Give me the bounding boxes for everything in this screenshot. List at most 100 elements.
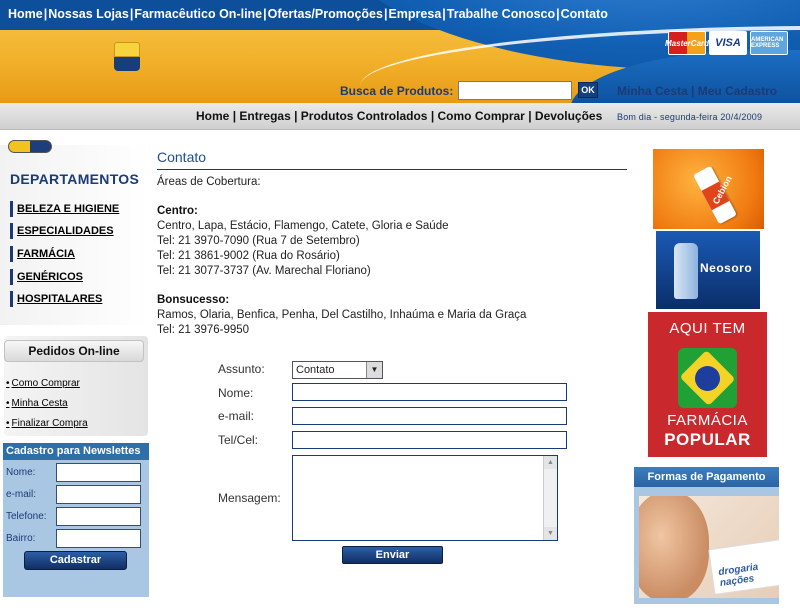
region-line: Centro, Lapa, Estácio, Flamengo, Catete,…: [157, 220, 449, 232]
dept-especialidades[interactable]: ESPECIALIDADES: [10, 223, 114, 239]
subject-select[interactable]: Contato ▼: [292, 361, 383, 379]
ad-neosoro[interactable]: Neosoro: [656, 231, 760, 309]
bullet-icon: •: [6, 398, 10, 409]
search-ok-button[interactable]: OK: [578, 82, 598, 98]
scroll-down-icon[interactable]: ▼: [544, 527, 557, 540]
region-line: Tel: 21 3077-3737 (Av. Marechal Floriano…: [157, 265, 371, 277]
logo-top: [114, 42, 140, 57]
scroll-up-icon[interactable]: ▲: [544, 456, 557, 469]
account-links: Minha Cesta | Meu Cadastro: [617, 84, 777, 98]
mastercard-icon: MasterCard: [665, 31, 709, 55]
nav-separator: |: [383, 7, 388, 21]
top-nav: Home|Nossas Lojas|Farmacêutico On-line|O…: [8, 7, 608, 21]
coverage-intro: Áreas de Cobertura:: [157, 176, 261, 188]
nav-separator: |: [430, 109, 435, 123]
phone-field[interactable]: [292, 431, 567, 449]
name-label: Nome:: [218, 386, 254, 400]
region-line: Tel: 21 3976-9950: [157, 324, 250, 336]
message-label: Mensagem:: [218, 491, 281, 505]
newsletter-phone-input[interactable]: [56, 507, 141, 526]
subject-label: Assunto:: [218, 362, 265, 376]
bullet-icon: •: [6, 378, 10, 389]
orders-minha-cesta[interactable]: • Minha Cesta: [6, 398, 68, 409]
top-nav-farmaceutico[interactable]: Farmacêutico On-line: [134, 7, 262, 21]
region-heading: Centro:: [157, 205, 198, 217]
name-field[interactable]: [292, 383, 567, 401]
chevron-down-icon[interactable]: ▼: [366, 362, 382, 378]
message-textarea[interactable]: ▲ ▼: [292, 455, 558, 541]
nav-separator: |: [691, 84, 695, 98]
region-heading: Bonsucesso:: [157, 294, 230, 306]
minha-cesta-link[interactable]: Minha Cesta: [617, 84, 688, 98]
subnav-home[interactable]: Home: [196, 109, 229, 123]
top-nav-ofertas[interactable]: Ofertas/Promoções: [268, 7, 383, 21]
page-title: Contato: [157, 149, 207, 165]
top-nav-nossas-lojas[interactable]: Nossas Lojas: [48, 7, 129, 21]
dept-genericos[interactable]: GENÉRICOS: [10, 269, 83, 285]
newsletter-email-label: e-mail:: [6, 489, 37, 500]
newsletter-submit-button[interactable]: Cadastrar: [24, 551, 127, 570]
secondary-nav-links: Home | Entregas | Produtos Controlados |…: [196, 109, 602, 123]
newsletter-email-input[interactable]: [56, 485, 141, 504]
payment-image[interactable]: drogaria nações: [639, 496, 779, 598]
subnav-devolucoes[interactable]: Devoluções: [535, 109, 602, 123]
nav-separator: |: [263, 7, 267, 21]
newsletter-bairro-input[interactable]: [56, 529, 141, 548]
email-label: e-mail:: [218, 409, 255, 423]
pill-icon: [8, 140, 52, 153]
ad-cebion[interactable]: Cebion: [653, 149, 764, 229]
bullet-icon: •: [6, 418, 10, 429]
visa-icon: VISA: [709, 31, 747, 55]
dept-beleza-higiene[interactable]: BELEZA E HIGIENE: [10, 201, 119, 217]
nav-separator: |: [556, 7, 560, 21]
top-nav-trabalhe-conosco[interactable]: Trabalhe Conosco: [447, 7, 555, 21]
subnav-como-comprar[interactable]: Como Comprar: [438, 109, 525, 123]
top-nav-home[interactable]: Home: [8, 7, 43, 21]
ad-farmacia-popular[interactable]: AQUI TEM FARMÁCIA POPULAR: [648, 312, 767, 457]
search-label: Busca de Produtos:: [340, 84, 454, 98]
store-card-icon: drogaria nações: [708, 539, 779, 595]
ad-popular-line1: FARMÁCIA: [667, 412, 748, 429]
nav-separator: |: [129, 7, 134, 21]
spray-bottle-icon: [674, 243, 698, 299]
subject-select-value: Contato: [296, 364, 335, 376]
newsletter-name-label: Nome:: [6, 467, 36, 478]
orders-finalizar-compra[interactable]: • Finalizar Compra: [6, 418, 88, 429]
nav-separator: |: [232, 109, 237, 123]
orders-item-label: Como Comprar: [11, 378, 80, 389]
nav-separator: |: [442, 7, 446, 21]
nav-separator: |: [528, 109, 532, 123]
coverage-content: Áreas de Cobertura: Centro: Centro, Lapa…: [157, 175, 627, 338]
dept-farmacia[interactable]: FARMÁCIA: [10, 246, 75, 262]
region-line: Ramos, Olaria, Benfica, Penha, Del Casti…: [157, 309, 527, 321]
site-header: Home|Nossas Lojas|Farmacêutico On-line|O…: [0, 0, 800, 103]
orders-item-label: Finalizar Compra: [11, 418, 88, 429]
search-input[interactable]: [458, 81, 572, 100]
orders-como-comprar[interactable]: • Como Comprar: [6, 378, 80, 389]
amex-icon: AMERICAN EXPRESS: [750, 31, 788, 55]
date-greeting: Bom dia - segunda-feira 20/4/2009: [617, 112, 763, 122]
newsletter-title: Cadastro para Newslettes: [3, 443, 149, 460]
payment-title: Formas de Pagamento: [634, 467, 779, 487]
meu-cadastro-link[interactable]: Meu Cadastro: [698, 84, 777, 98]
region-line: Tel: 21 3861-9002 (Rua do Rosário): [157, 250, 340, 262]
subnav-produtos-controlados[interactable]: Produtos Controlados: [301, 109, 428, 123]
top-nav-empresa[interactable]: Empresa: [388, 7, 441, 21]
ad-popular-top-text: AQUI TEM: [669, 320, 746, 337]
woman-photo: [639, 496, 709, 598]
send-button[interactable]: Enviar: [342, 546, 443, 564]
ad-popular-line2: POPULAR: [664, 430, 751, 449]
logo-bottom: [114, 57, 140, 71]
email-field[interactable]: [292, 407, 567, 425]
message-scrollbar[interactable]: ▲ ▼: [543, 456, 557, 540]
newsletter-name-input[interactable]: [56, 463, 141, 482]
logo-icon[interactable]: [114, 42, 140, 72]
dept-hospitalares[interactable]: HOSPITALARES: [10, 291, 102, 307]
nav-separator: |: [43, 7, 48, 21]
top-nav-contato[interactable]: Contato: [561, 7, 608, 21]
newsletter-bairro-label: Bairro:: [6, 533, 36, 544]
brazil-flag-icon: [678, 348, 737, 408]
flag-globe: [695, 366, 720, 391]
subnav-entregas[interactable]: Entregas: [239, 109, 290, 123]
